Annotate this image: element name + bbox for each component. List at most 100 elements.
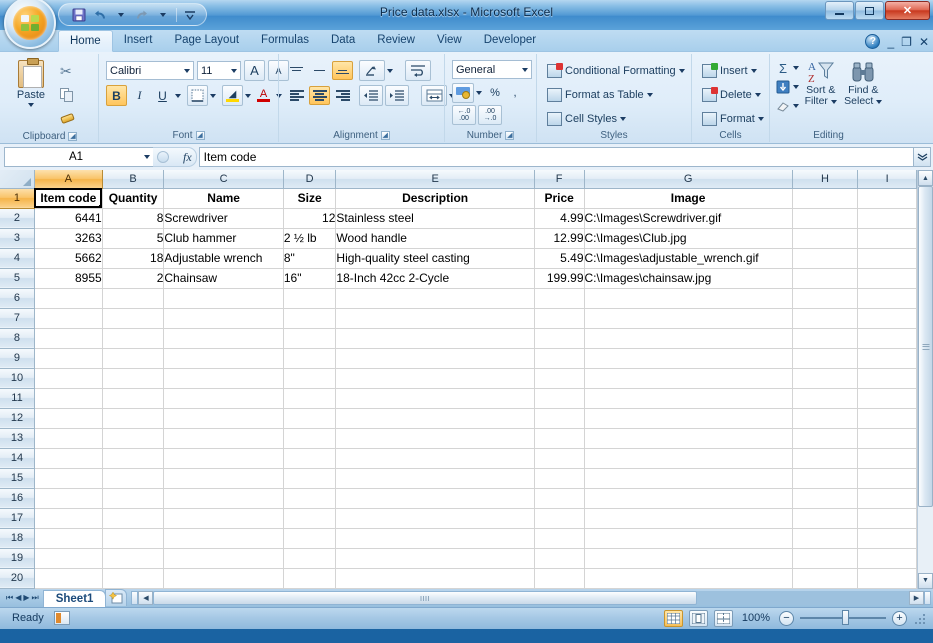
cell-I18[interactable] (857, 528, 917, 549)
cell-styles-chevron-down-icon[interactable] (619, 116, 626, 121)
cell-I19[interactable] (857, 548, 917, 569)
underline-button[interactable]: U (152, 85, 173, 106)
cell-A12[interactable] (34, 408, 103, 429)
cell-H20[interactable] (792, 568, 859, 589)
wrap-text-button[interactable] (405, 60, 431, 81)
cell-A2[interactable]: 6441 (34, 208, 103, 229)
insert-function-icon[interactable]: fx (183, 150, 192, 165)
cell-D1[interactable]: Size (283, 188, 337, 209)
cell-B9[interactable] (102, 348, 165, 369)
tab-data[interactable]: Data (320, 29, 366, 51)
cell-H6[interactable] (792, 288, 859, 309)
cell-D3[interactable]: 2 ½ lb (283, 228, 337, 249)
font-size-chevron-down-icon[interactable] (231, 68, 237, 73)
cell-F9[interactable] (534, 348, 585, 369)
select-all-button[interactable] (0, 170, 35, 189)
cell-I4[interactable] (857, 248, 917, 269)
borders-button[interactable] (187, 85, 208, 106)
autosum-button[interactable]: Σ (773, 59, 793, 77)
cell-B5[interactable]: 2 (102, 268, 165, 289)
column-header-i[interactable]: I (857, 170, 917, 189)
column-header-h[interactable]: H (792, 170, 859, 189)
cell-B11[interactable] (102, 388, 165, 409)
cell-C16[interactable] (163, 488, 284, 509)
cell-G16[interactable] (584, 488, 793, 509)
cell-A8[interactable] (34, 328, 103, 349)
scroll-down-button[interactable]: ▼ (918, 572, 933, 589)
format-cells-chevron-down-icon[interactable] (757, 116, 764, 121)
cell-G9[interactable] (584, 348, 793, 369)
cell-E16[interactable] (335, 488, 535, 509)
conditional-formatting-button[interactable]: Conditional Formatting (544, 60, 688, 81)
cell-A7[interactable] (34, 308, 103, 329)
horizontal-split-handle[interactable] (131, 590, 139, 605)
align-left-button[interactable] (286, 86, 307, 105)
alignment-dialog-launcher-icon[interactable]: ◢ (380, 130, 390, 140)
column-header-a[interactable]: A (34, 170, 103, 189)
row-header-4[interactable]: 4 (0, 248, 35, 269)
cell-G15[interactable] (584, 468, 793, 489)
next-sheet-icon[interactable]: ▶ (23, 593, 29, 602)
cell-H11[interactable] (792, 388, 859, 409)
row-header-16[interactable]: 16 (0, 488, 35, 509)
cell-I5[interactable] (857, 268, 917, 289)
cell-B17[interactable] (102, 508, 165, 529)
row-header-9[interactable]: 9 (0, 348, 35, 369)
cell-A13[interactable] (34, 428, 103, 449)
restore-window-icon[interactable]: ❐ (901, 36, 912, 48)
find-select-button[interactable]: Find & Select (843, 59, 885, 107)
insert-cells-chevron-down-icon[interactable] (750, 68, 757, 73)
format-as-table-chevron-down-icon[interactable] (646, 92, 653, 97)
cancel-entry-icon[interactable] (157, 151, 169, 163)
row-header-13[interactable]: 13 (0, 428, 35, 449)
cell-E4[interactable]: High-quality steel casting (335, 248, 535, 269)
cell-B3[interactable]: 5 (102, 228, 165, 249)
tab-page-layout[interactable]: Page Layout (163, 29, 250, 51)
cell-I10[interactable] (857, 368, 917, 389)
cell-I12[interactable] (857, 408, 917, 429)
cell-B10[interactable] (102, 368, 165, 389)
paste-button[interactable]: Paste (5, 58, 57, 107)
cell-A4[interactable]: 5662 (34, 248, 103, 269)
cell-B6[interactable] (102, 288, 165, 309)
scroll-right-button[interactable]: ▶ (909, 590, 924, 605)
cell-D7[interactable] (283, 308, 337, 329)
borders-chevron-down-icon[interactable] (210, 93, 216, 98)
cell-A6[interactable] (34, 288, 103, 309)
row-header-14[interactable]: 14 (0, 448, 35, 469)
cell-A18[interactable] (34, 528, 103, 549)
cell-I13[interactable] (857, 428, 917, 449)
row-header-1[interactable]: 1 (0, 188, 35, 209)
row-header-6[interactable]: 6 (0, 288, 35, 309)
cut-button[interactable]: ✂ (57, 61, 79, 82)
cell-C2[interactable]: Screwdriver (163, 208, 284, 229)
column-header-e[interactable]: E (335, 170, 535, 189)
cell-I7[interactable] (857, 308, 917, 329)
cell-A11[interactable] (34, 388, 103, 409)
cell-G7[interactable] (584, 308, 793, 329)
cell-D11[interactable] (283, 388, 337, 409)
cell-E5[interactable]: 18-Inch 42cc 2-Cycle (335, 268, 535, 289)
scroll-up-button[interactable]: ▲ (918, 170, 933, 186)
cell-H18[interactable] (792, 528, 859, 549)
column-header-c[interactable]: C (163, 170, 284, 189)
horizontal-scroll-thumb[interactable] (153, 590, 698, 605)
font-size-combo[interactable]: 11 (197, 61, 241, 80)
cell-H5[interactable] (792, 268, 859, 289)
zoom-in-button[interactable]: + (892, 610, 907, 626)
cell-G12[interactable] (584, 408, 793, 429)
cell-A3[interactable]: 3263 (34, 228, 103, 249)
cell-G6[interactable] (584, 288, 793, 309)
zoom-slider-thumb[interactable] (842, 610, 849, 625)
name-box-chevron-down-icon[interactable] (144, 155, 150, 159)
cell-D4[interactable]: 8" (283, 248, 337, 269)
cell-H3[interactable] (792, 228, 859, 249)
cell-D17[interactable] (283, 508, 337, 529)
cell-I15[interactable] (857, 468, 917, 489)
cell-H2[interactable] (792, 208, 859, 229)
vertical-scroll-thumb[interactable] (918, 186, 933, 507)
italic-button[interactable]: I (129, 85, 150, 106)
cell-F14[interactable] (534, 448, 585, 469)
cell-H16[interactable] (792, 488, 859, 509)
redo-icon[interactable] (132, 5, 152, 24)
